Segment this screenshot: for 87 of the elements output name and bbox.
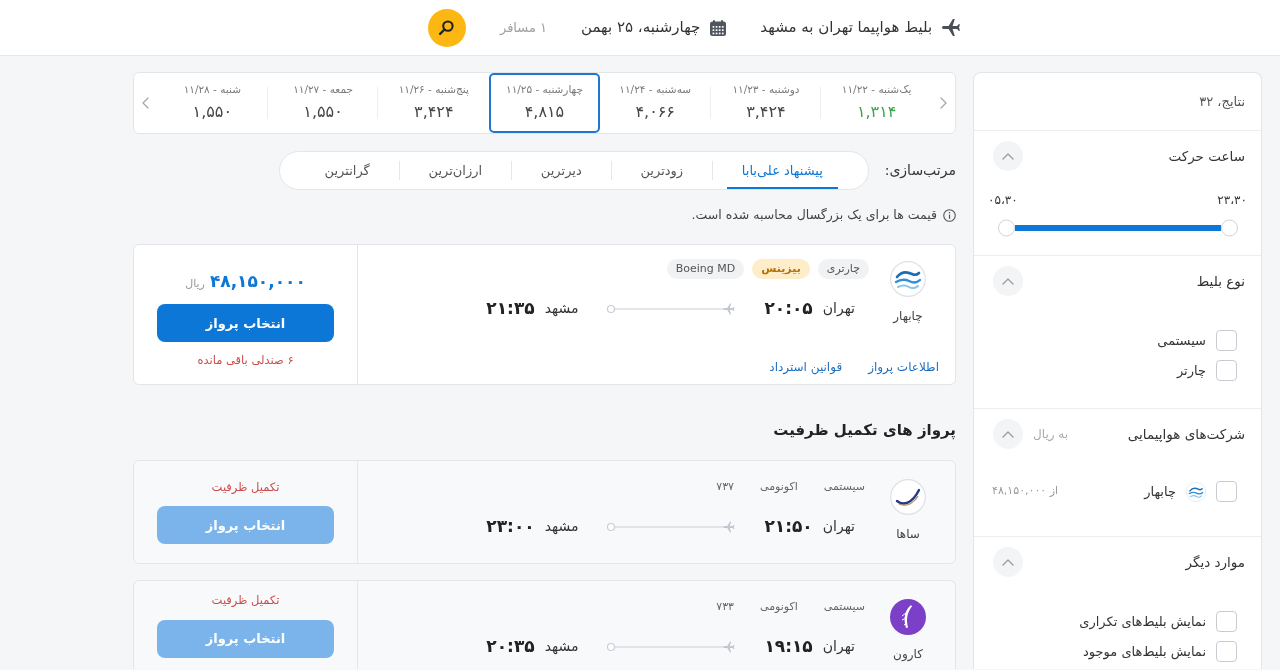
ticket-detail: سیستمی [823,478,865,495]
flight-link[interactable]: قوانین استرداد [769,357,843,376]
flight-route-icon [606,301,737,316]
ticket-detail: ۷۳۷ [716,478,734,495]
option-label: نمایش بلیط‌های موجود [1083,642,1206,662]
chevron-up-icon [1002,430,1014,438]
filter-title: ساعت حرکت [1167,146,1245,166]
checkbox[interactable] [1216,481,1237,502]
filter-title: نوع بلیط [1195,271,1245,292]
airline-name: کارون [893,646,923,662]
feather-logo-icon [890,598,926,635]
sold-out-note: تکمیل ظرفیت [211,479,280,497]
price-note: قیمت ها برای یک بزرگسال محاسبه شده است. [691,206,937,225]
section-heading: پرواز های تکمیل ظرفیت [772,420,956,439]
swoosh-logo-icon [890,478,926,515]
chevron-up-icon [1002,277,1014,285]
arrival-time: ۲۱:۳۵ [486,296,535,320]
chevron-up-icon [1002,558,1014,566]
date-text: چهارشنبه، ۲۵ بهمن [581,17,701,39]
ticket-detail: اکونومی [760,598,798,615]
calendar-icon [710,19,727,36]
flight-link[interactable]: اطلاعات پرواز [868,357,939,376]
checkbox[interactable] [1216,611,1237,632]
search-button[interactable] [427,8,466,47]
slider-handle[interactable] [1221,219,1238,237]
seats-left-note: ۶ صندلی باقی مانده [197,352,294,370]
ticket-tag: Boeing MD [666,258,745,279]
collapse-button[interactable] [993,266,1023,296]
slider-fill[interactable] [1015,225,1221,231]
city-name: مشهد [544,299,579,319]
city-name: مشهد [544,517,579,537]
price-amount: ۴۸,۱۵۰,۰۰۰ [209,269,306,293]
departure-time: ۲۰:۰۵ [764,296,813,320]
airline-name: ساها [896,526,920,542]
time-label: ۰۵،۳۰ [988,193,1018,207]
option-label: سیستمی [1157,331,1206,350]
slider-handle[interactable] [998,219,1015,237]
chevron-up-icon [1002,152,1014,160]
waves-logo-icon [890,260,926,297]
route-title: بلیط هواپیما تهران به مشهد [760,17,933,39]
chevron-left-icon [142,97,149,109]
city-name: تهران [822,517,855,537]
sort-tab[interactable]: ارزان‌ترین [399,152,511,189]
option-label: چارتر [1176,361,1206,381]
select-flight-button[interactable]: انتخاب پرواز [157,304,334,343]
collapse-button[interactable] [993,141,1023,171]
arrival-time: ۲۰:۳۵ [486,634,535,658]
ticket-detail: ۷۳۳ [716,598,734,615]
currency-label: ریال [185,275,205,292]
sort-tab[interactable]: زودترین [611,152,712,189]
chevron-right-icon [940,97,947,109]
collapse-button[interactable] [993,419,1023,449]
ticket-tag: بیزینس [752,258,810,279]
city-name: تهران [822,299,855,319]
city-name: تهران [822,637,855,657]
info-icon [943,208,956,222]
city-name: مشهد [544,637,579,657]
flight-route-icon [606,639,737,654]
airline-price: از ۴۸,۱۵۰,۰۰۰ [992,483,1059,500]
ticket-tag: چارتری [817,258,869,279]
ticket-detail: اکونومی [760,478,798,495]
search-icon [439,20,455,35]
currency-note: به ریال [1033,426,1069,443]
date-tab[interactable]: چهارشنبه - ۱۱/۲۵ ۴,۸۱۵ [489,73,600,133]
waves-logo-icon [1186,481,1206,502]
collapse-button[interactable] [993,547,1023,577]
ticket-detail: سیستمی [823,598,865,615]
airplane-icon [942,19,961,36]
sold-out-note: تکمیل ظرفیت [211,592,280,610]
airline-name: چابهار [893,308,923,324]
flight-route-icon [606,519,737,534]
departure-time: ۱۹:۱۵ [764,634,813,658]
time-label: ۲۳،۳۰ [1217,193,1247,207]
filter-title: موارد دیگر [1184,552,1245,573]
airline-name: چابهار [1144,482,1176,501]
checkbox[interactable] [1216,641,1237,662]
departure-time: ۲۱:۵۰ [764,514,813,538]
filter-title: شرکت‌های هواپیمایی [1126,424,1245,445]
sort-label: مرتب‌سازی: [884,161,956,181]
checkbox[interactable] [1216,360,1237,381]
checkbox[interactable] [1216,330,1237,351]
sort-tab[interactable]: گرانترین [295,152,399,189]
results-count: نتایج، ۳۲ [1199,92,1245,111]
arrival-time: ۲۳:۰۰ [486,514,535,538]
passenger-count: ۱ مسافر [499,18,547,37]
sort-tab[interactable]: دیرترین [512,152,611,189]
option-label: نمایش بلیط‌های تکراری [1079,612,1206,632]
